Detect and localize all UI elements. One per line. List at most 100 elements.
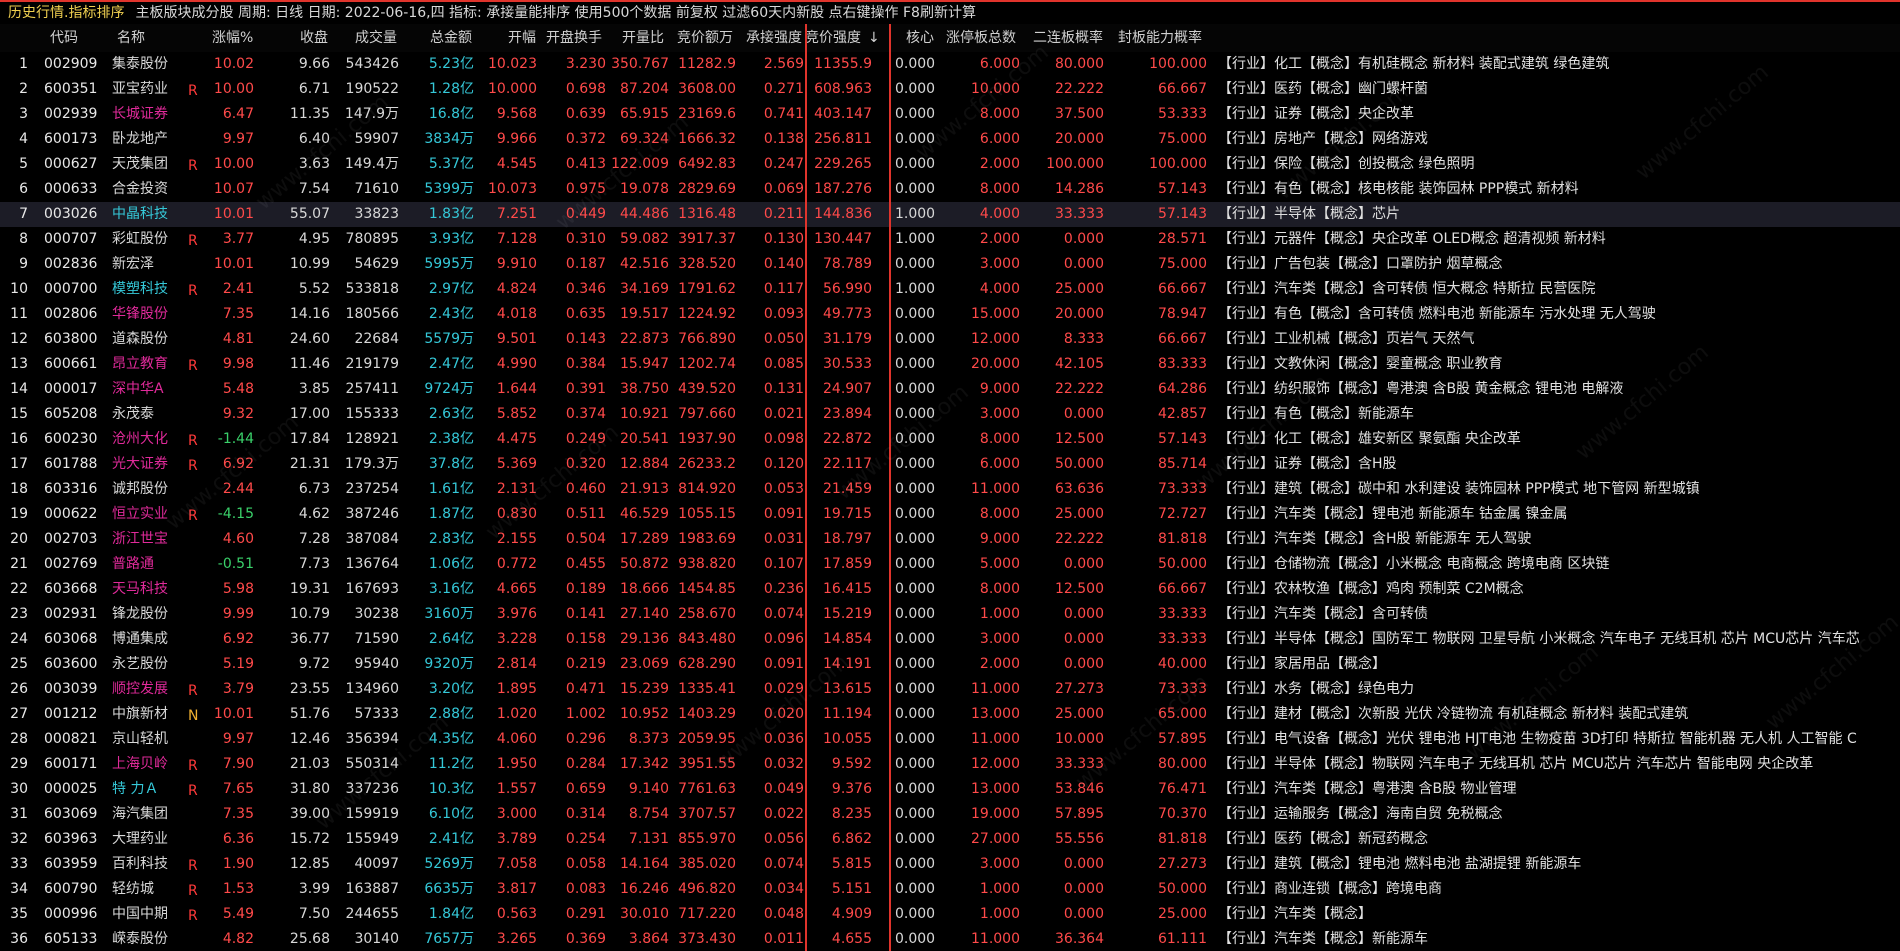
table-row[interactable]: 11 002806 华锋股份 7.35 14.16 180566 2.43亿 4.018 0.6…	[0, 302, 1900, 327]
col-open-turn-header[interactable]: 开盘换手	[546, 24, 602, 52]
table-row[interactable]: 23 002931 锋龙股份 9.99 10.79 30238 3160万 3.976 0.14…	[0, 602, 1900, 627]
table-row[interactable]: 25 603600 永艺股份 5.19 9.72 95940 9320万 2.814 0.219…	[0, 652, 1900, 677]
close-price: 7.28	[298, 531, 330, 547]
table-row[interactable]: 36 605133 嵘泰股份 4.82 25.68 30140 7657万 3.265 0.36…	[0, 927, 1900, 951]
open-volume-ratio: 19.078	[620, 181, 669, 197]
seal-prob: 28.571	[1158, 231, 1207, 247]
table-row[interactable]: 1 002909 集泰股份 10.02 9.66 543426 5.23亿 10.023 3.2…	[0, 52, 1900, 77]
col-close-header[interactable]: 收盘	[300, 24, 328, 52]
stock-code: 605208	[44, 406, 98, 422]
col-limit-total-header[interactable]: 涨停板总数	[946, 24, 1016, 52]
close-price: 17.84	[289, 431, 330, 447]
table-row[interactable]: 10 000700 模塑科技 R 2.41 5.52 533818 2.97亿 4.824 0.3…	[0, 277, 1900, 302]
col-bid-amount-header[interactable]: 竞价额万	[677, 24, 733, 52]
volume: 54629	[354, 256, 399, 272]
table-row[interactable]: 3 002939 长城证券 6.47 11.35 147.9万 16.8亿 9.568 0.63…	[0, 102, 1900, 127]
volume: 149.4万	[344, 156, 399, 172]
core-flag: 0.000	[895, 456, 936, 472]
col-code-header[interactable]: 代码	[50, 24, 78, 52]
seal-prob: 73.333	[1158, 481, 1207, 497]
table-row[interactable]: 20 002703 浙江世宝 4.60 7.28 387084 2.83亿 2.155 0.50…	[0, 527, 1900, 552]
stock-code: 000996	[44, 906, 98, 922]
open-volume-ratio: 65.915	[620, 106, 669, 122]
table-row[interactable]: 31 603069 海汽集团 7.35 39.00 159919 6.10亿 3.000 0.3…	[0, 802, 1900, 827]
seal-prob: 76.471	[1158, 781, 1207, 797]
open-turnover: 0.471	[565, 681, 606, 697]
col-open-ratio-header[interactable]: 开量比	[622, 24, 664, 52]
col-p2-header[interactable]: 二连板概率	[1033, 24, 1103, 52]
total-amount: 2.97亿	[428, 281, 474, 297]
total-amount: 1.28亿	[428, 81, 474, 97]
volume: 237254	[345, 481, 399, 497]
table-row[interactable]: 4 600173 卧龙地产 9.97 6.40 59907 3834万 9.966 0.372 6…	[0, 127, 1900, 152]
table-row[interactable]: 22 603668 天马科技 5.98 19.31 167693 3.16亿 4.665 0.1…	[0, 577, 1900, 602]
total-amount: 2.43亿	[428, 306, 474, 322]
change-pct: 10.01	[213, 256, 254, 272]
close-price: 19.31	[289, 581, 330, 597]
two-board-prob: 80.000	[1055, 56, 1104, 72]
two-board-prob: 0.000	[1063, 906, 1104, 922]
table-row[interactable]: 13 600661 昂立教育 R 9.98 11.46 219179 2.47亿 4.990 0.…	[0, 352, 1900, 377]
rzrq-flag: R	[188, 858, 198, 874]
sort-desc-icon: ↓	[868, 30, 880, 46]
table-row[interactable]: 34 600790 轻纺城 R 1.53 3.99 163887 6635万 3.817 0.08…	[0, 877, 1900, 902]
table-row[interactable]: 28 000821 京山轻机 9.97 12.46 356394 4.35亿 4.060 0.2…	[0, 727, 1900, 752]
two-board-prob: 50.000	[1055, 456, 1104, 472]
stock-name: 沧州大化	[112, 431, 168, 447]
table-row[interactable]: 5 000627 天茂集团 R 10.00 3.63 149.4万 5.37亿 4.545 0.4…	[0, 152, 1900, 177]
bid-amount: 496.820	[678, 881, 736, 897]
col-seal-header[interactable]: 封板能力概率	[1118, 24, 1202, 52]
stock-name: 中晶科技	[112, 206, 168, 222]
col-open-pct-header[interactable]: 开幅	[508, 24, 536, 52]
bid-amount: 2059.95	[678, 731, 736, 747]
row-index: 33	[10, 856, 28, 872]
limit-up-total: 9.000	[979, 531, 1020, 547]
close-price: 12.85	[289, 856, 330, 872]
open-turnover: 0.346	[565, 281, 606, 297]
core-flag: 1.000	[895, 281, 936, 297]
col-bid-strength-header[interactable]: 竞价强度	[805, 24, 861, 52]
close-price: 11.46	[289, 356, 330, 372]
col-amount-header[interactable]: 总金额	[430, 24, 472, 52]
table-row[interactable]: 14 000017 深中华A 5.48 3.85 257411 9724万 1.644 0.39…	[0, 377, 1900, 402]
table-row[interactable]: 17 601788 光大证券 R 6.92 21.31 179.3万 37.8亿 5.369 0.…	[0, 452, 1900, 477]
col-vol-header[interactable]: 成交量	[355, 24, 397, 52]
table-row[interactable]: 8 000707 彩虹股份 R 3.77 4.95 780895 3.93亿 7.128 0.31…	[0, 227, 1900, 252]
col-core-header[interactable]: 核心	[906, 24, 934, 52]
open-turnover: 0.391	[565, 381, 606, 397]
table-row[interactable]: 2 600351 亚宝药业 R 10.00 6.71 190522 1.28亿 10.000 0.…	[0, 77, 1900, 102]
open-volume-ratio: 87.204	[620, 81, 669, 97]
table-row[interactable]: 16 600230 沧州大化 R -1.44 17.84 128921 2.38亿 4.475 0…	[0, 427, 1900, 452]
table-row[interactable]: 9 002836 新宏泽 10.01 10.99 54629 5995万 9.910 0.187…	[0, 252, 1900, 277]
table-row[interactable]: 26 003039 顺控发展 R 3.79 23.55 134960 3.20亿 1.895 0.…	[0, 677, 1900, 702]
change-pct: 10.00	[213, 81, 254, 97]
table-row[interactable]: 33 603959 百利科技 R 1.90 12.85 40097 5269万 7.058 0.0…	[0, 852, 1900, 877]
table-row[interactable]: 15 605208 永茂泰 9.32 17.00 155333 2.63亿 5.852 0.37…	[0, 402, 1900, 427]
table-row[interactable]: 29 600171 上海贝岭 R 7.90 21.03 550314 11.2亿 1.950 0.…	[0, 752, 1900, 777]
table-row[interactable]: 27 001212 中旗新材 N 10.01 51.76 57333 2.88亿 1.020 1.…	[0, 702, 1900, 727]
table-row[interactable]: 7 003026 中晶科技 10.01 55.07 33823 1.83亿 7.251 0.44…	[0, 202, 1900, 227]
table-row[interactable]: 24 603068 博通集成 6.92 36.77 71590 2.64亿 3.228 0.15…	[0, 627, 1900, 652]
table-row[interactable]: 6 000633 合金投资 10.07 7.54 71610 5399万 10.073 0.97…	[0, 177, 1900, 202]
seal-prob: 64.286	[1158, 381, 1207, 397]
stock-ranking-table[interactable]: 代码 名称 涨幅% 收盘 成交量 总金额 开幅 开盘换手 开量比 竞价额万 承接…	[0, 24, 1900, 951]
table-row[interactable]: 35 000996 中国中期 R 5.49 7.50 244655 1.84亿 0.563 0.2…	[0, 902, 1900, 927]
open-volume-ratio: 18.666	[620, 581, 669, 597]
total-amount: 3160万	[424, 606, 474, 622]
table-row[interactable]: 32 603963 大理药业 6.36 15.72 155949 2.41亿 3.789 0.2…	[0, 827, 1900, 852]
table-row[interactable]: 12 603800 道森股份 4.81 24.60 22684 5579万 9.501 0.14…	[0, 327, 1900, 352]
total-amount: 1.83亿	[428, 206, 474, 222]
volume: 163887	[345, 881, 399, 897]
bid-strength: 256.811	[814, 131, 872, 147]
table-row[interactable]: 18 603316 诚邦股份 2.44 6.73 237254 1.61亿 2.131 0.46…	[0, 477, 1900, 502]
col-accept-header[interactable]: 承接强度	[746, 24, 802, 52]
bid-amount: 1202.74	[678, 356, 736, 372]
limit-up-total: 10.000	[971, 81, 1020, 97]
table-row[interactable]: 30 000025 特 力Ａ R 7.65 31.80 337236 10.3亿 1.557 0.…	[0, 777, 1900, 802]
col-pct-header[interactable]: 涨幅%	[212, 24, 253, 52]
table-row[interactable]: 21 002769 普路通 -0.51 7.73 136764 1.06亿 0.772 0.45…	[0, 552, 1900, 577]
col-name-header[interactable]: 名称	[117, 24, 145, 52]
open-turnover: 0.384	[565, 356, 606, 372]
limit-up-total: 12.000	[971, 756, 1020, 772]
table-row[interactable]: 19 000622 恒立实业 R -4.15 4.62 387246 1.87亿 0.830 0.…	[0, 502, 1900, 527]
